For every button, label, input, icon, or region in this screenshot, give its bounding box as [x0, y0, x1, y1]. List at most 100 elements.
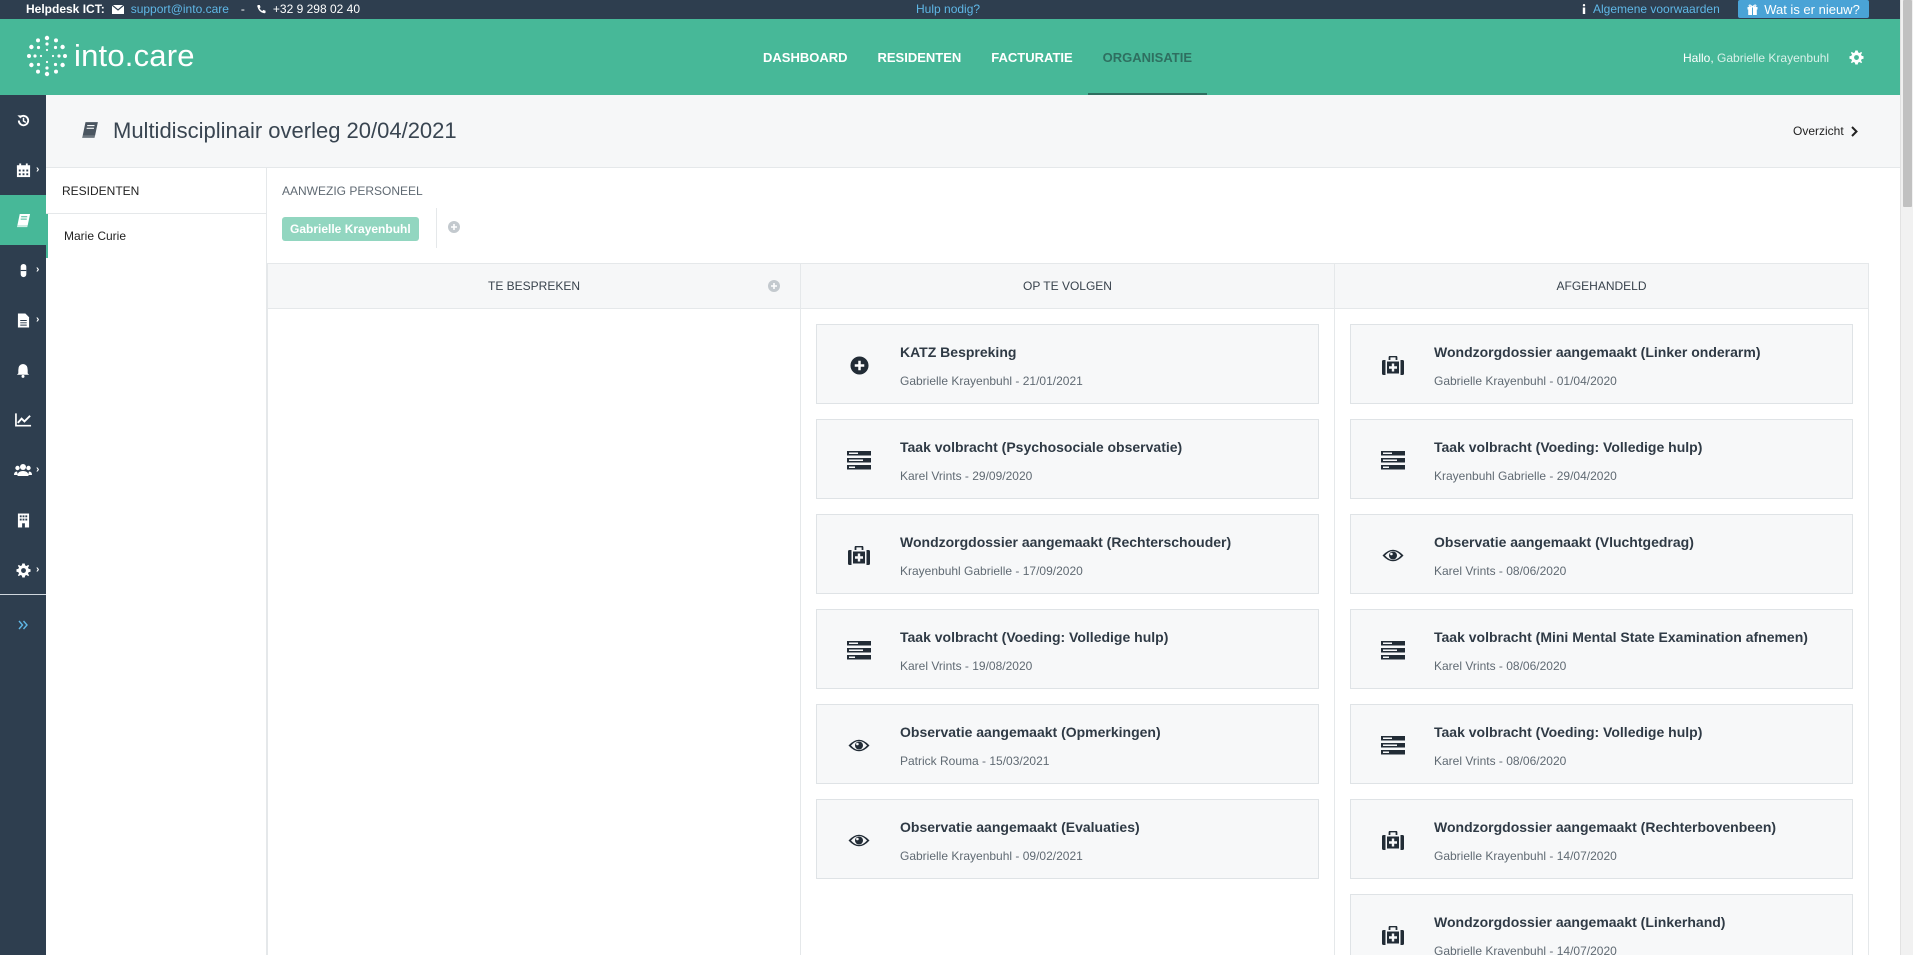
card-meta: Karel Vrints - 08/06/2020 [1434, 659, 1567, 673]
resident-item[interactable]: Marie Curie [46, 214, 266, 258]
chevron-right-icon: › [36, 314, 40, 325]
chevron-right-icon: › [36, 464, 40, 475]
add-staff-icon[interactable] [448, 221, 460, 233]
board: TE BESPREKEN OP TE VOLGEN KATZ Besprekin… [267, 263, 1869, 955]
page-scrollbar[interactable] [1900, 0, 1913, 955]
tasks-icon [847, 638, 871, 662]
nav-residenten[interactable]: RESIDENTEN [863, 19, 977, 95]
file-icon [17, 313, 30, 328]
settings-gear-icon[interactable] [1849, 50, 1864, 65]
card-meta: Gabrielle Krayenbuhl - 21/01/2021 [900, 374, 1083, 388]
card-title: Taak volbracht (Psychosociale observatie… [900, 439, 1183, 455]
sidebar-item-documents[interactable]: › [0, 295, 46, 345]
card-meta: Gabrielle Krayenbuhl - 09/02/2021 [900, 849, 1083, 863]
bell-icon [16, 363, 30, 378]
nav-organisatie[interactable]: ORGANISATIE [1088, 19, 1207, 95]
card-meta: Gabrielle Krayenbuhl - 14/07/2020 [1434, 944, 1617, 955]
card-title: Observatie aangemaakt (Vluchtgedrag) [1434, 534, 1694, 550]
gift-icon [1747, 4, 1758, 15]
card-title: Wondzorgdossier aangemaakt (Linker onder… [1434, 344, 1761, 360]
user-greeting[interactable]: Hallo, Gabrielle Krayenbuhl [1683, 51, 1829, 65]
double-chevron-right-icon [18, 620, 28, 630]
sidebar-item-medication[interactable]: › [0, 245, 46, 295]
nav-facturatie[interactable]: FACTURATIE [976, 19, 1087, 95]
nav-dashboard[interactable]: DASHBOARD [748, 19, 863, 95]
support-email-link[interactable]: support@into.care [131, 2, 229, 16]
task-card[interactable]: Observatie aangemaakt (Vluchtgedrag) Kare… [1350, 514, 1853, 594]
building-icon [17, 513, 30, 528]
overview-link[interactable]: Overzicht [1793, 124, 1865, 138]
sidebar-item-statistics[interactable] [0, 395, 46, 445]
sidebar-item-overleg[interactable] [0, 195, 46, 245]
sidebar-item-users[interactable]: › [0, 445, 46, 495]
chevron-right-icon: › [36, 264, 40, 275]
sidebar-expand-button[interactable] [0, 600, 46, 650]
greeting-label: Hallo, [1683, 51, 1714, 65]
card-meta: Karel Vrints - 08/06/2020 [1434, 754, 1567, 768]
sidebar-item-settings[interactable]: › [0, 545, 46, 595]
column-afgehandeld: AFGEHANDELD Wondzorgdossier aangemaakt (… [1334, 263, 1869, 955]
medkit-icon [1381, 828, 1405, 852]
task-card[interactable]: Taak volbracht (Voeding: Volledige hulp)… [1350, 704, 1853, 784]
column-op-te-volgen: OP TE VOLGEN KATZ Bespreking Gabrielle Kr… [800, 263, 1335, 955]
task-card[interactable]: Taak volbracht (Mini Mental State Examin… [1350, 609, 1853, 689]
scrollbar-thumb[interactable] [1903, 0, 1912, 207]
user-name: Gabrielle Krayenbuhl [1717, 51, 1830, 65]
logo-mark-icon [26, 35, 68, 77]
logo[interactable]: into.care [26, 35, 195, 77]
card-meta: Krayenbuhl Gabrielle - 29/04/2020 [1434, 469, 1617, 483]
task-card[interactable]: Taak volbracht (Voeding: Volledige hulp)… [816, 609, 1319, 689]
task-card[interactable]: Wondzorgdossier aangemaakt (Linker onder… [1350, 324, 1853, 404]
column-title: TE BESPREKEN [487, 279, 581, 293]
support-phone: +32 9 298 02 40 [272, 2, 361, 16]
overview-label: Overzicht [1793, 124, 1844, 138]
phone-icon [257, 4, 266, 14]
logo-text: into.care [74, 38, 195, 73]
sidebar-item-notifications[interactable] [0, 345, 46, 395]
tasks-icon [1381, 448, 1405, 472]
task-card[interactable]: Taak volbracht (Psychosociale observatie… [816, 419, 1319, 499]
task-card[interactable]: Taak volbracht (Voeding: Volledige hulp)… [1350, 419, 1853, 499]
card-title: Taak volbracht (Voeding: Volledige hulp) [1434, 439, 1703, 455]
residents-panel: RESIDENTEN Marie Curie [46, 168, 267, 955]
medkit-icon [1381, 923, 1405, 947]
envelope-icon [111, 4, 124, 14]
card-meta: Karel Vrints - 19/08/2020 [900, 659, 1033, 673]
card-list [268, 309, 800, 324]
sidebar-item-organisation[interactable] [0, 495, 46, 545]
card-title: Taak volbracht (Mini Mental State Examin… [1434, 629, 1808, 645]
eye-icon [847, 733, 871, 757]
task-card[interactable]: Observatie aangemaakt (Evaluaties) Gabrie… [816, 799, 1319, 879]
sidebar-item-calendar[interactable]: › [0, 145, 46, 195]
helpdesk-separator: - [240, 2, 245, 16]
card-title: Wondzorgdossier aangemaakt (Rechterboven… [1434, 819, 1777, 835]
task-card[interactable]: Observatie aangemaakt (Opmerkingen) Patri… [816, 704, 1319, 784]
chevron-right-icon: › [36, 164, 40, 175]
help-link[interactable]: Hulp nodig? [916, 2, 980, 16]
plus-circle-icon [847, 353, 871, 377]
page-title-bar: Multidisciplinair overleg 20/04/2021 Ove… [46, 95, 1900, 168]
tasks-icon [1381, 638, 1405, 662]
card-title: Taak volbracht (Voeding: Volledige hulp) [900, 629, 1169, 645]
medkit-icon [1381, 353, 1405, 377]
whats-new-button[interactable]: Wat is er nieuw? [1738, 0, 1869, 18]
terms-link-wrap[interactable]: Algemene voorwaarden [1582, 2, 1720, 16]
task-card[interactable]: Wondzorgdossier aangemaakt (Linkerhand) G… [1350, 894, 1853, 955]
calendar-icon [16, 162, 31, 178]
task-card[interactable]: KATZ Bespreking Gabrielle Krayenbuhl - 21… [816, 324, 1319, 404]
app-header: into.care DASHBOARD RESIDENTEN FACTURATI… [0, 19, 1900, 95]
task-card[interactable]: Wondzorgdossier aangemaakt (Rechterschou… [816, 514, 1319, 594]
add-item-icon[interactable] [768, 280, 780, 292]
column-header: AFGEHANDELD [1335, 263, 1868, 309]
staff-member-tag[interactable]: Gabrielle Krayenbuhl [282, 217, 419, 241]
card-meta: Karel Vrints - 08/06/2020 [1434, 564, 1567, 578]
card-title: Taak volbracht (Voeding: Volledige hulp) [1434, 724, 1703, 740]
column-header: TE BESPREKEN [268, 263, 800, 309]
medkit-icon [847, 543, 871, 567]
column-te-bespreken: TE BESPREKEN [267, 263, 801, 955]
terms-link[interactable]: Algemene voorwaarden [1593, 2, 1720, 16]
task-card[interactable]: Wondzorgdossier aangemaakt (Rechterboven… [1350, 799, 1853, 879]
helpdesk-bar: Helpdesk ICT: support@into.care - +32 9 … [0, 0, 1900, 19]
sidebar-item-history[interactable] [0, 95, 46, 145]
page-title: Multidisciplinair overleg 20/04/2021 [113, 118, 457, 143]
